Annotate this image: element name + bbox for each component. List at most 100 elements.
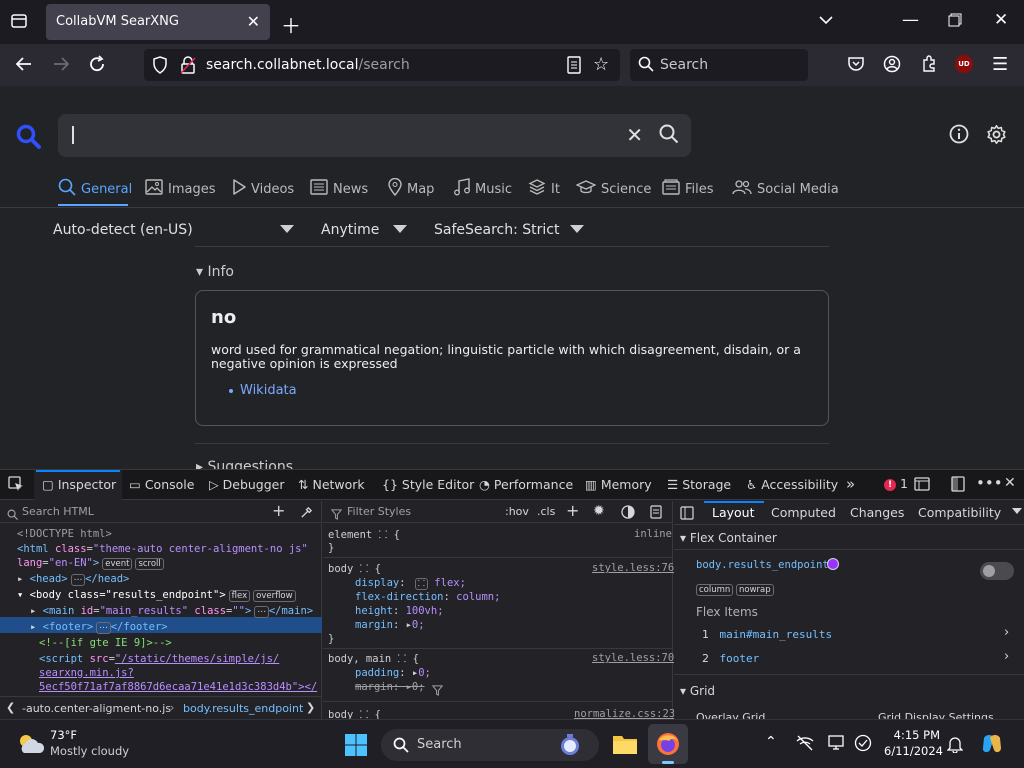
css-declaration[interactable]: padding: ▸0; (355, 667, 431, 679)
add-node-icon[interactable]: + (272, 501, 285, 520)
weather-temp[interactable]: 73°F (50, 728, 77, 742)
flex-item[interactable]: 2 footer (702, 652, 759, 665)
html-node[interactable]: <html class="theme-auto center-aligment-… (17, 543, 308, 555)
language-select[interactable]: Auto-detect (en-US) (53, 222, 193, 238)
pocket-icon[interactable] (847, 55, 865, 78)
body-main-rule[interactable]: body, main ⸬ { (328, 652, 419, 666)
file-explorer-icon[interactable] (612, 732, 638, 760)
breadcrumb-item[interactable]: -auto.center-aligment-no.js (22, 702, 171, 715)
insecure-lock-icon[interactable] (180, 56, 196, 79)
tab-images[interactable]: Images (145, 174, 216, 204)
display-icon[interactable] (828, 734, 846, 756)
flex-container-section[interactable]: ▾ Flex Container (680, 531, 777, 545)
clock-date[interactable]: 6/11/2024 (884, 744, 943, 758)
tab-layout[interactable]: Layout (712, 505, 755, 520)
flex-item[interactable]: 1 main#main_results (702, 628, 832, 641)
back-icon[interactable] (14, 54, 34, 79)
bookmark-star-icon[interactable]: ☆ (593, 54, 609, 75)
tab-storage[interactable]: ☰ Storage (667, 477, 731, 492)
ublock-icon[interactable]: UD (955, 55, 973, 73)
minimize-icon[interactable]: — (902, 10, 919, 30)
weather-condition[interactable]: Mostly cloudy (50, 744, 129, 758)
classes-button[interactable]: .cls (537, 505, 555, 518)
taskbar-search[interactable]: Search (381, 729, 599, 761)
maximize-icon[interactable] (948, 12, 962, 32)
search-bar[interactable]: Search (630, 49, 808, 81)
css-declaration[interactable]: flex-direction: column; (355, 591, 500, 603)
doctype-node[interactable]: <!DOCTYPE html> (17, 528, 112, 540)
extensions-icon[interactable] (920, 55, 938, 78)
time-dropdown-icon[interactable] (393, 225, 407, 233)
new-tab-icon[interactable]: ＋ (281, 10, 301, 39)
clear-icon[interactable]: ✕ (626, 123, 643, 147)
close-devtools-icon[interactable]: ✕ (1004, 475, 1016, 491)
url-bar[interactable]: search.collabnet.local/search ☆ (144, 49, 620, 81)
notification-bell-icon[interactable] (946, 735, 964, 757)
language-dropdown-icon[interactable] (280, 225, 294, 233)
search-highlight-icon[interactable] (558, 733, 582, 761)
body-node[interactable]: ▾ <body class="results_endpoint"> flex ove… (17, 589, 296, 602)
safesearch-select[interactable]: SafeSearch: Strict (434, 222, 559, 238)
cloudy-weather-icon[interactable] (16, 732, 46, 760)
tab-general[interactable]: General (58, 174, 132, 204)
css-filter-input[interactable]: Filter Styles :hov .cls + ✹ (323, 501, 673, 523)
chevron-down-icon[interactable] (818, 12, 834, 33)
info-icon[interactable] (949, 124, 969, 148)
eyedropper-icon[interactable] (300, 504, 313, 523)
print-media-icon[interactable] (650, 504, 662, 523)
filter-icon[interactable] (431, 681, 444, 700)
toggle-sidebar-icon[interactable] (680, 505, 694, 524)
windows-start-icon[interactable] (344, 733, 368, 761)
browser-tab[interactable]: CollabVM SearXNG ✕ (46, 4, 270, 40)
rule-source-link[interactable]: style.less:76 (592, 562, 674, 574)
error-count[interactable]: ! 1 (884, 476, 908, 491)
script-node[interactable]: <script src="/static/themes/simple/js/ (39, 653, 279, 665)
more-tabs-icon[interactable]: » (846, 475, 855, 493)
flex-container-element[interactable]: body.results_endpoint (696, 559, 829, 571)
html-search-input[interactable]: Search HTML + (0, 501, 322, 523)
tab-performance[interactable]: ◔ Performance (479, 477, 573, 492)
menu-icon[interactable]: ☰ (992, 54, 1008, 75)
dark-theme-icon[interactable] (621, 504, 635, 523)
tab-news[interactable]: News (310, 174, 368, 204)
tab-debugger[interactable]: ▷ Debugger (209, 477, 285, 492)
tab-social-media[interactable]: Social Media (732, 174, 839, 204)
tab-map[interactable]: Map (388, 174, 434, 204)
close-window-icon[interactable]: ✕ (994, 10, 1008, 30)
css-declaration[interactable]: height: 100vh; (355, 605, 444, 617)
element-rule[interactable]: element ⸬ { (328, 528, 400, 542)
safesearch-dropdown-icon[interactable] (570, 225, 584, 233)
tab-inspector[interactable]: ▢ Inspector (42, 477, 116, 492)
tab-science[interactable]: Science (575, 174, 651, 204)
grid-section[interactable]: ▾ Grid (680, 684, 715, 698)
forward-icon[interactable] (51, 54, 71, 79)
comment-node[interactable]: <!--[if gte IE 9]>--> (39, 637, 172, 649)
chevron-up-icon[interactable]: ⌃ (765, 734, 777, 750)
query-input[interactable]: ✕ (58, 114, 691, 157)
hover-state-button[interactable]: :hov (505, 505, 529, 518)
account-icon[interactable] (883, 55, 901, 78)
css-declaration[interactable]: margin: ▸0; (355, 619, 425, 631)
info-section-toggle[interactable]: ▾ Info (196, 264, 234, 280)
chevron-right-icon[interactable]: › (1004, 649, 1009, 664)
tab-style-editor[interactable]: {} Style Editor (382, 477, 474, 492)
tab-memory[interactable]: ▥ Memory (585, 477, 652, 492)
dropdown-icon[interactable] (1012, 508, 1022, 514)
dock-icon[interactable] (950, 476, 966, 495)
wikidata-link[interactable]: Wikidata (240, 383, 297, 398)
shield-icon[interactable] (152, 56, 168, 79)
breadcrumb-prev-icon[interactable]: ❮ (6, 701, 15, 714)
highlight-color-swatch[interactable] (827, 558, 839, 570)
gear-icon[interactable] (986, 124, 1007, 149)
main-node[interactable]: ▸ <main id="main_results" class=""> ⋯ </ma… (30, 605, 313, 618)
tab-console[interactable]: ▭ Console (129, 477, 194, 492)
overridden-declaration[interactable]: margin: ▸0; (355, 681, 425, 693)
suggestions-section-toggle[interactable]: ▸ Suggestions (196, 459, 293, 469)
reader-view-icon[interactable] (566, 56, 582, 79)
time-range-select[interactable]: Anytime (321, 222, 379, 238)
chevron-right-icon[interactable]: › (1004, 625, 1009, 640)
tab-files[interactable]: Files (662, 174, 714, 204)
options-icon[interactable]: ••• (976, 474, 1003, 492)
responsive-icon[interactable] (914, 476, 930, 495)
rule-source-link[interactable]: style.less:70 (592, 652, 674, 664)
